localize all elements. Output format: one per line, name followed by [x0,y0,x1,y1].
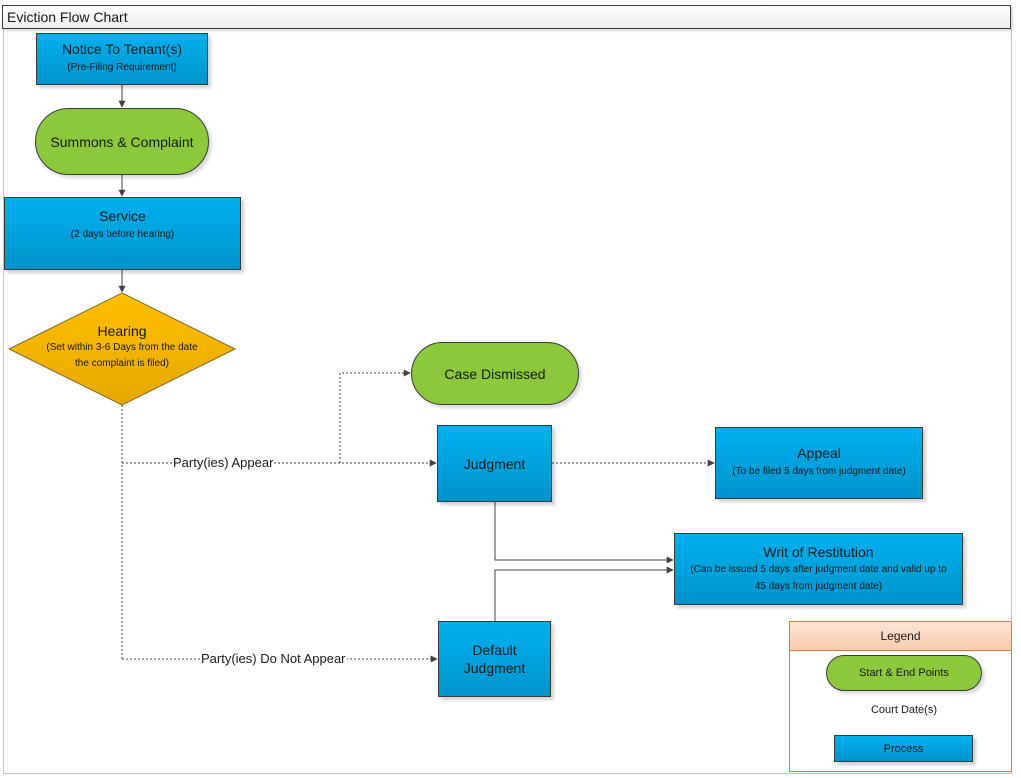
legend-panel: Legend Start & End Points Court Date(s) … [789,621,1012,772]
writ-subtitle-line2: 45 days from judgment date) [754,581,883,592]
summons-title: Summons & Complaint [50,133,194,150]
appeal-subtitle: (To be filed 5 days from judgment date) [732,466,906,477]
edge-judgment-writ [494,502,674,564]
default-judgment-title-line2: Judgment [463,660,526,676]
legend-item-process: Process [834,735,973,762]
judgment-title: Judgment [463,455,526,472]
service-subtitle: (2 days before hearing) [70,229,175,240]
service-node[interactable]: Service (2 days before hearing) [4,197,241,270]
edge-label-appear: Party(ies) Appear [172,455,275,471]
hearing-subtitle-line2: the complaint is filed) [75,358,169,369]
case-dismissed-node[interactable]: Case Dismissed [411,342,579,405]
default-judgment-node[interactable]: Default Judgment [438,621,551,697]
appeal-title: Appeal [797,445,841,461]
hearing-subtitle-line1: (Set within 3-6 Days from the date [46,342,198,353]
edge-label-not-appear: Party(ies) Do Not Appear [200,651,347,667]
writ-title: Writ of Restitution [763,544,874,560]
legend-process-label: Process [883,742,924,755]
case-dismissed-title: Case Dismissed [444,365,546,382]
service-title: Service [99,208,146,224]
default-judgment-title-line1: Default [472,642,517,658]
hearing-title: Hearing [97,323,147,339]
summons-node[interactable]: Summons & Complaint [35,108,209,175]
legend-item-terminal: Start & End Points [826,655,982,691]
legend-terminal-label: Start & End Points [859,667,949,679]
writ-subtitle-line1: (Can be issued 5 days after judgment dat… [690,564,947,575]
writ-node[interactable]: Writ of Restitution (Can be issued 5 day… [674,533,963,605]
notice-subtitle: (Pre-Filing Requirement) [67,62,177,73]
legend-item-decision: Court Date(s) [870,704,938,716]
notice-node[interactable]: Notice To Tenant(s) (Pre-Filing Requirem… [36,33,208,85]
edge-appear-dismissed [339,369,411,463]
legend-title: Legend [790,622,1011,651]
hearing-text: Hearing (Set within 3-6 Days from the da… [20,322,224,372]
notice-title: Notice To Tenant(s) [61,41,183,57]
judgment-node[interactable]: Judgment [437,425,552,502]
appeal-node[interactable]: Appeal (To be filed 5 days from judgment… [715,427,923,499]
edge-default-writ [494,566,674,621]
